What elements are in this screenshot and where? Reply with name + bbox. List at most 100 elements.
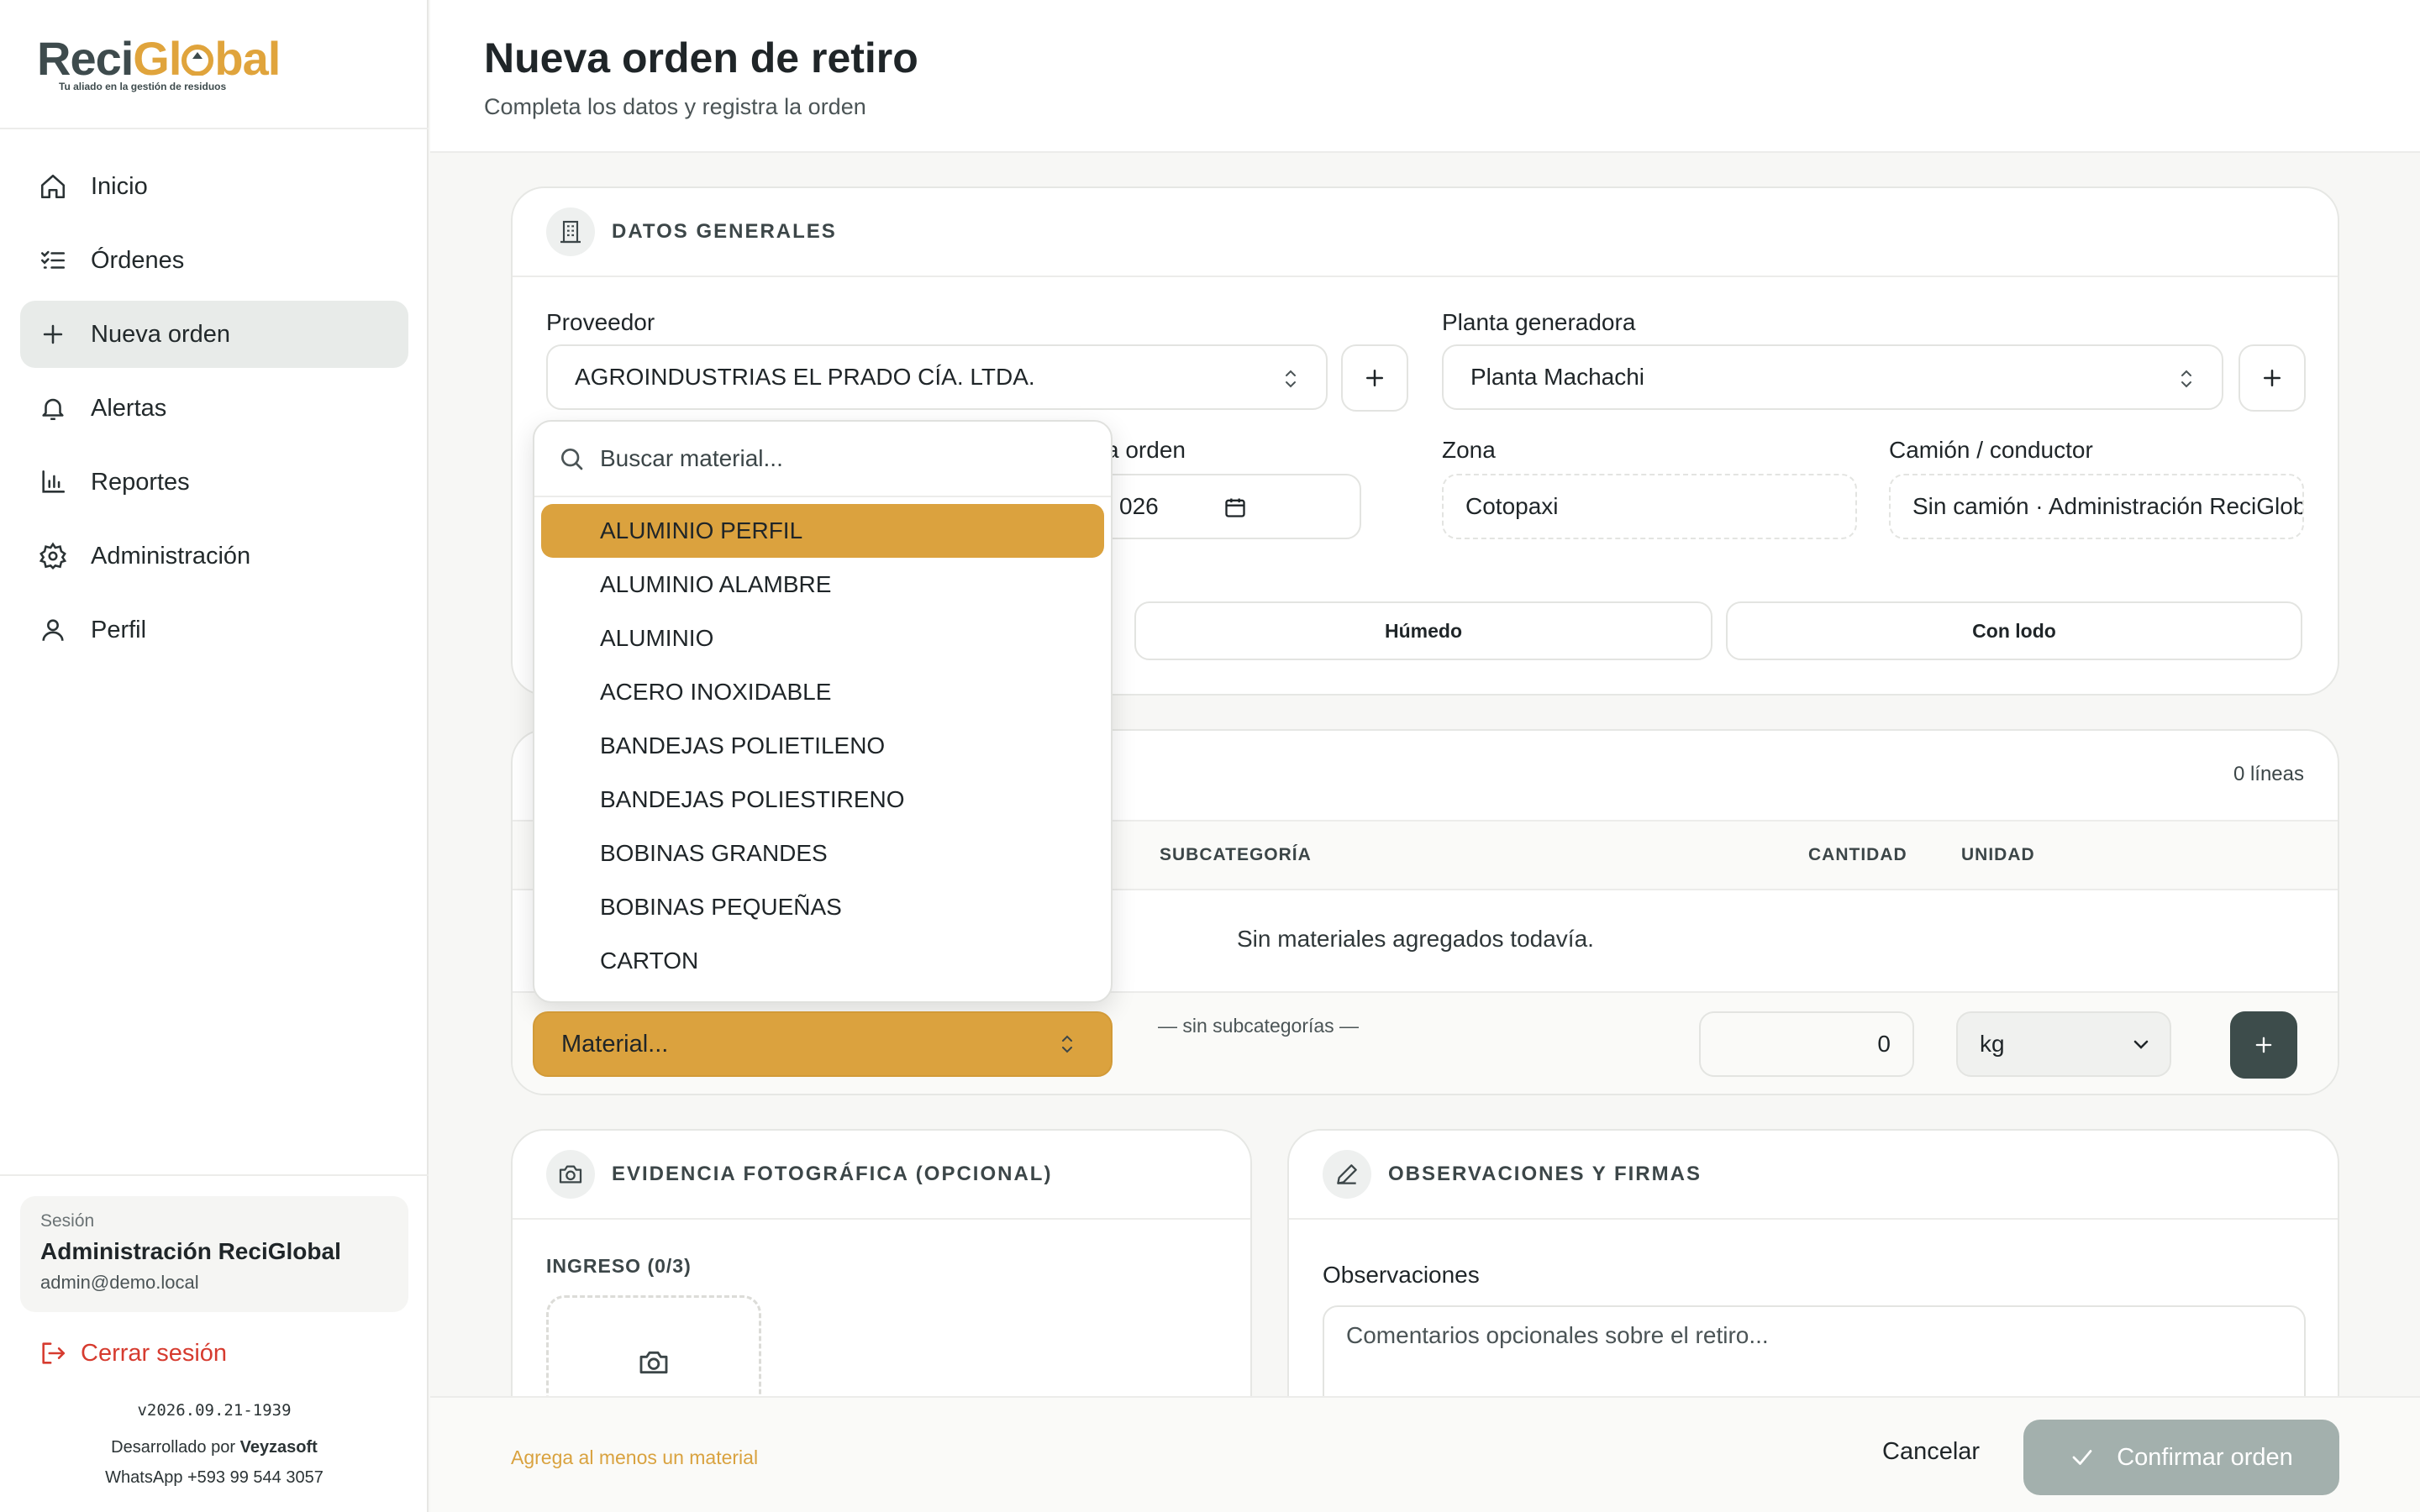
material-option[interactable]: BANDEJAS POLIESTIRENO — [541, 773, 1104, 827]
col-cantidad: CANTIDAD — [1808, 845, 1907, 864]
nav-item-nueva-orden[interactable]: Nueva orden — [20, 301, 408, 368]
material-option[interactable]: ALUMINIO — [541, 612, 1104, 665]
add-planta-button[interactable] — [2238, 344, 2306, 412]
nav-item-inicio[interactable]: Inicio — [20, 153, 408, 220]
chevron-updown-icon — [1286, 370, 1296, 388]
nav-item-perfil[interactable]: Perfil — [20, 596, 408, 664]
camera-icon — [639, 1351, 668, 1374]
page-header: Nueva orden de retiro Completa los datos… — [430, 0, 2420, 153]
lines-count: 0 líneas — [2233, 763, 2304, 785]
main-nav: Inicio Órdenes Nueva orden Alertas Repor… — [20, 153, 408, 670]
card-header: DATOS GENERALES — [513, 188, 2338, 277]
app-version: v2026.09.21-1939 — [137, 1401, 292, 1420]
cancel-button[interactable]: Cancelar — [1882, 1438, 1980, 1466]
material-option[interactable]: ALUMINIO PERFIL — [541, 504, 1104, 558]
material-option[interactable]: CARTON — [541, 934, 1104, 988]
home-icon — [40, 174, 66, 199]
material-options: ALUMINIO PERFIL ALUMINIO ALAMBRE ALUMINI… — [534, 497, 1111, 988]
quantity-input[interactable]: 0 — [1699, 1011, 1914, 1077]
plus-icon — [43, 324, 63, 344]
sidebar: Reci Gl bal Tu aliado en la gestión de r… — [0, 0, 429, 1512]
add-proveedor-button[interactable] — [1341, 344, 1408, 412]
page-subtitle: Completa los datos y registra la orden — [484, 94, 866, 119]
planta-label: Planta generadora — [1442, 309, 1636, 335]
toggle-humedo[interactable]: Húmedo — [1134, 601, 1712, 660]
pen-icon — [1337, 1164, 1357, 1184]
sidebar-divider — [0, 128, 429, 129]
brand-logo[interactable]: Reci Gl bal Tu aliado en la gestión de r… — [37, 35, 289, 94]
nav-item-alertas[interactable]: Alertas — [20, 375, 408, 442]
icon-chip — [546, 1150, 595, 1199]
logo-part-gl: Gl — [133, 32, 182, 85]
chevron-down-icon — [2133, 1040, 2149, 1049]
proveedor-label: Proveedor — [546, 309, 655, 335]
logout-icon — [42, 1342, 66, 1364]
observaciones-label: Observaciones — [1323, 1262, 1480, 1288]
nav-label: Administración — [91, 542, 251, 570]
nav-label: Alertas — [91, 394, 167, 422]
material-option[interactable]: BOBINAS PEQUEÑAS — [541, 880, 1104, 934]
material-option[interactable]: ACERO INOXIDABLE — [541, 665, 1104, 719]
material-option[interactable]: BOBINAS GRANDES — [541, 827, 1104, 880]
card-header: EVIDENCIA FOTOGRÁFICA (OPCIONAL) — [513, 1131, 1250, 1220]
material-search-input[interactable]: Buscar material... — [534, 422, 1111, 497]
material-option[interactable]: ALUMINIO ALAMBRE — [541, 558, 1104, 612]
card-title: OBSERVACIONES Y FIRMAS — [1388, 1163, 1702, 1185]
calendar-icon[interactable] — [1223, 496, 1247, 519]
icon-chip — [546, 207, 595, 256]
plus-icon — [1366, 370, 1383, 386]
sidebar-divider — [0, 1174, 429, 1176]
confirm-order-button[interactable]: Confirmar orden — [2023, 1420, 2339, 1495]
check-icon — [2072, 1450, 2092, 1465]
logo-tagline: Tu aliado en la gestión de residuos — [59, 81, 227, 92]
planta-select[interactable]: Planta Machachi — [1442, 344, 2223, 410]
recycle-globe-icon — [182, 45, 214, 76]
dev-name: Veyzasoft — [239, 1438, 318, 1457]
logout-label: Cerrar sesión — [81, 1339, 228, 1367]
proveedor-select[interactable]: AGROINDUSTRIAS EL PRADO CÍA. LTDA. — [546, 344, 1328, 410]
nav-item-reportes[interactable]: Reportes — [20, 449, 408, 516]
unit-select[interactable]: kg — [1956, 1011, 2171, 1077]
toggle-con-lodo[interactable]: Con lodo — [1726, 601, 2302, 660]
zona-label: Zona — [1442, 437, 1496, 463]
card-title: EVIDENCIA FOTOGRÁFICA (OPCIONAL) — [612, 1163, 1053, 1185]
logo-part-global: Gl bal — [133, 32, 281, 85]
material-option[interactable]: BANDEJAS POLIETILENO — [541, 719, 1104, 773]
logo-part-reci: Reci — [37, 32, 134, 85]
camion-value: Sin camión · Administración ReciGlobal — [1912, 493, 2304, 519]
zona-value: Cotopaxi — [1465, 493, 1559, 519]
building-icon — [560, 220, 581, 244]
session-user-name: Administración ReciGlobal — [40, 1238, 341, 1264]
nav-item-ordenes[interactable]: Órdenes — [20, 227, 408, 294]
search-placeholder: Buscar material... — [600, 445, 783, 471]
quantity-value: 0 — [1877, 1031, 1891, 1057]
logo-part-bal: bal — [214, 32, 281, 85]
nav-label: Inicio — [91, 172, 148, 200]
camion-label: Camión / conductor — [1889, 437, 2093, 463]
material-select-trigger[interactable]: Material... — [533, 1011, 1113, 1077]
session-label: Sesión — [40, 1211, 95, 1231]
camion-field: Sin camión · Administración ReciGlobal — [1889, 474, 2304, 539]
nav-item-administracion[interactable]: Administración — [20, 522, 408, 590]
planta-value: Planta Machachi — [1470, 364, 1645, 390]
material-placeholder: Material... — [561, 1030, 669, 1058]
action-footer: Agrega al menos un material Cancelar Con… — [430, 1396, 2420, 1512]
zona-field: Cotopaxi — [1442, 474, 1857, 539]
bar-chart-icon — [42, 470, 66, 493]
camera-icon — [559, 1165, 582, 1184]
card-header: OBSERVACIONES Y FIRMAS — [1289, 1131, 2338, 1220]
fecha-value: 026 — [1119, 493, 1159, 519]
material-dropdown: Buscar material... ALUMINIO PERFIL ALUMI… — [533, 420, 1113, 1003]
dev-prefix: Desarrollado por — [111, 1438, 240, 1457]
plus-icon — [2264, 370, 2281, 386]
logout-button[interactable]: Cerrar sesión — [39, 1339, 227, 1368]
icon-chip — [1323, 1150, 1371, 1199]
nav-label: Órdenes — [91, 246, 185, 274]
add-material-button[interactable] — [2230, 1011, 2297, 1079]
col-unidad: UNIDAD — [1961, 845, 2035, 864]
chevron-updown-icon — [1062, 1035, 1072, 1053]
bell-icon — [42, 398, 64, 421]
list-check-icon — [40, 250, 66, 269]
nav-label: Reportes — [91, 468, 190, 496]
developer-credit: Desarrollado por Veyzasoft — [0, 1438, 429, 1457]
